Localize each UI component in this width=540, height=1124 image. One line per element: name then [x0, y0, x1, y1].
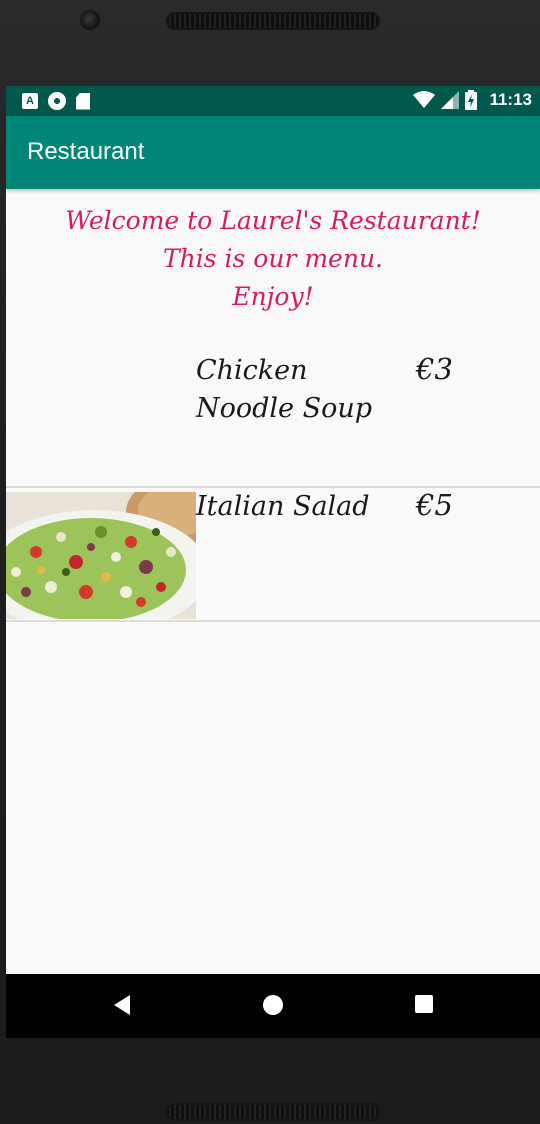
menu-item-name: Chicken Noodle Soup	[196, 355, 373, 424]
status-time: 11:13	[489, 90, 532, 109]
back-icon[interactable]	[112, 994, 132, 1016]
navigation-bar	[6, 974, 540, 1038]
bottom-speaker	[166, 1103, 380, 1121]
welcome-line-3: Enjoy!	[232, 282, 314, 311]
status-bar: A 11:13	[6, 86, 540, 116]
home-icon[interactable]	[262, 994, 284, 1016]
screen: A 11:13 Restaurant Welcome to Laurel's R…	[6, 86, 540, 1038]
italian-salad-photo	[6, 492, 196, 619]
sd-card-icon	[76, 92, 90, 110]
menu-item-price: €5	[416, 488, 453, 522]
battery-charging-icon	[465, 90, 478, 110]
recents-icon[interactable]	[414, 994, 434, 1014]
app-title: Restaurant	[27, 138, 145, 165]
menu-list: Chicken Noodle Soup €3 Italian Salad €5	[6, 344, 540, 622]
menu-item-italian-salad[interactable]: Italian Salad €5	[6, 488, 540, 622]
front-camera	[80, 10, 100, 30]
accessibility-a-icon: A	[22, 93, 38, 109]
wifi-icon	[413, 91, 436, 108]
device-frame: A 11:13 Restaurant Welcome to Laurel's R…	[0, 0, 540, 1124]
welcome-line-2: This is our menu.	[162, 244, 384, 273]
welcome-line-1: Welcome to Laurel's Restaurant!	[65, 206, 481, 235]
welcome-message: Welcome to Laurel's Restaurant! This is …	[6, 202, 540, 316]
earpiece-speaker	[166, 12, 380, 30]
menu-item-name: Italian Salad	[196, 491, 370, 522]
sync-circle-icon	[48, 92, 66, 110]
menu-item-chicken-noodle-soup[interactable]: Chicken Noodle Soup €3	[6, 344, 540, 488]
signal-icon	[441, 91, 460, 109]
app-bar: Restaurant	[6, 116, 540, 189]
menu-item-price: €3	[416, 352, 453, 386]
